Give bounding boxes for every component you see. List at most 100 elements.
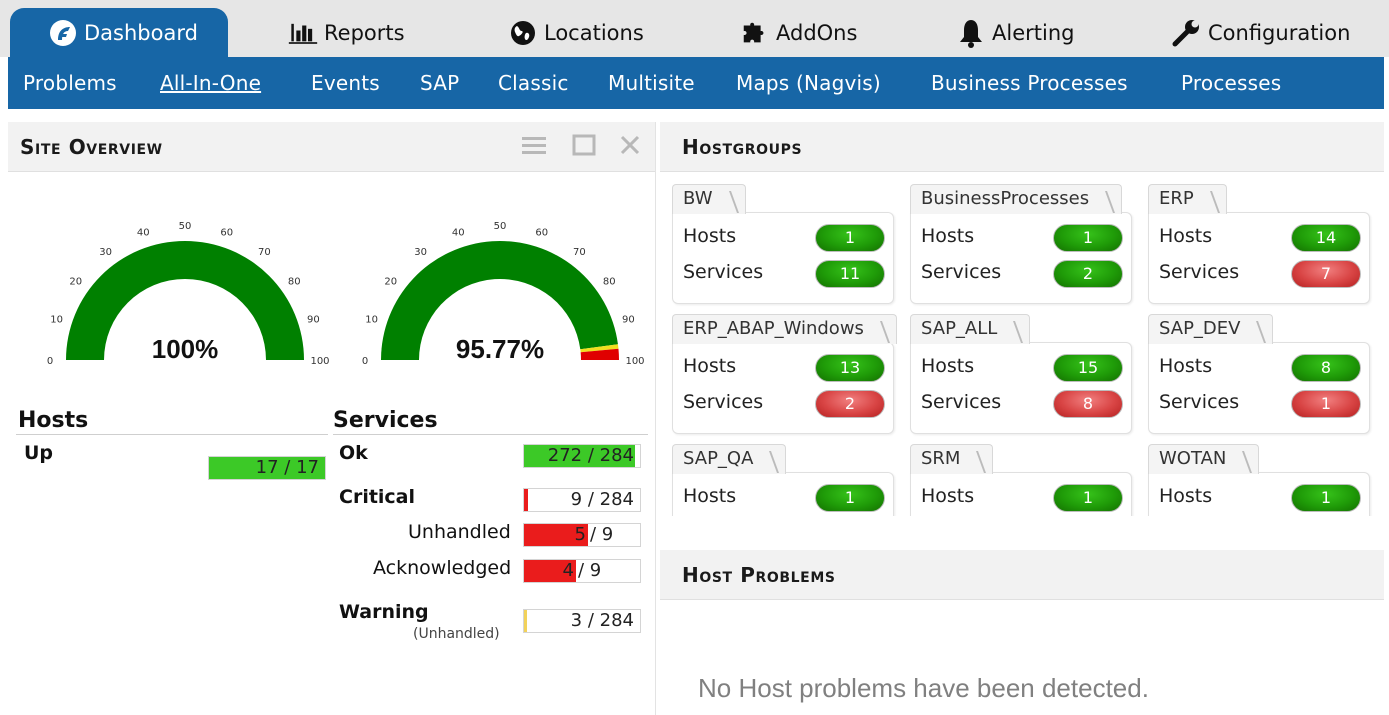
hosts-row-label: Hosts <box>683 225 737 247</box>
services-critical-bar[interactable]: 9 / 284 <box>523 488 641 512</box>
hostgroup-card[interactable]: Hosts 15 Services 8 SAP_ALL <box>910 314 1132 434</box>
services-warning-sublabel: (Unhandled) <box>413 626 500 642</box>
gauge-tick-label: 60 <box>535 228 548 239</box>
hosts-count-badge[interactable]: 1 <box>815 484 885 512</box>
subnav-business-processes[interactable]: Business Processes <box>931 71 1128 95</box>
services-unhandled-bar[interactable]: 5 / 9 <box>523 523 641 547</box>
hosts-row-label: Hosts <box>921 225 975 247</box>
tab-label: Reports <box>324 20 405 45</box>
services-acknowledged-label: Acknowledged <box>373 557 512 579</box>
hosts-row-label: Hosts <box>683 355 737 377</box>
services-ok-bar[interactable]: 272 / 284 <box>523 444 641 468</box>
services-count-badge[interactable]: 8 <box>1053 390 1123 418</box>
tab-configuration[interactable]: Configuration <box>1172 8 1350 57</box>
menu-icon[interactable] <box>520 134 548 160</box>
acknowledged-count: 4 <box>562 560 574 581</box>
gauge-tick-label: 50 <box>179 221 192 232</box>
bar-fill <box>524 489 528 511</box>
hosts-up-bar[interactable]: 17 / 17 <box>208 456 326 480</box>
hostgroup-name-tab[interactable]: SRM <box>910 444 994 474</box>
gauge-tick-label: 0 <box>47 356 53 367</box>
hostgroup-name-tab[interactable]: ERP <box>1148 184 1227 214</box>
services-count-badge[interactable]: 1 <box>1291 390 1361 418</box>
hostgroup-card[interactable]: Hosts 13 Services 2 ERP_ABAP_Windows <box>672 314 897 434</box>
hostgroup-card[interactable]: Hosts 1 WOTAN <box>1148 444 1370 516</box>
gauge-tick-label: 20 <box>69 277 82 288</box>
tab-reports[interactable]: Reports <box>288 8 405 57</box>
subnav-all-in-one[interactable]: All-In-One <box>160 71 261 95</box>
gauge-tick-label: 100 <box>310 356 329 367</box>
hostgroup-card[interactable]: Hosts 14 Services 7 ERP <box>1148 184 1370 304</box>
maximize-icon[interactable] <box>570 134 598 160</box>
bar-chart-icon <box>288 18 318 48</box>
gauge-tick-label: 40 <box>452 228 465 239</box>
hostgroup-name-tab[interactable]: WOTAN <box>1148 444 1260 474</box>
hostgroup-name-tab[interactable]: BW <box>672 184 746 214</box>
hosts-row-label: Hosts <box>921 485 975 507</box>
hosts-count-badge[interactable]: 13 <box>815 354 885 382</box>
subnav-problems[interactable]: Problems <box>23 71 117 95</box>
services-warning-label: Warning <box>339 601 429 623</box>
subnav-processes[interactable]: Processes <box>1181 71 1281 95</box>
hosts-count-badge[interactable]: 8 <box>1291 354 1361 382</box>
tab-locations[interactable]: Locations <box>508 8 644 57</box>
services-warning-bar[interactable]: 3 / 284 <box>523 609 641 633</box>
services-row-label: Services <box>1159 391 1240 413</box>
site-overview-panel: Site Overview 0 10 20 30 40 50 60 70 80 90 100 100%… <box>8 122 656 715</box>
services-count-badge[interactable]: 2 <box>1053 260 1123 288</box>
hosts-count-badge[interactable]: 1 <box>1291 484 1361 512</box>
hostgroup-name-tab[interactable]: SAP_ALL <box>910 314 1031 344</box>
hosts-row-label: Hosts <box>921 355 975 377</box>
services-row-label: Services <box>921 261 1002 283</box>
hostgroup-card[interactable]: Hosts 1 SRM <box>910 444 1132 516</box>
hostgroups-grid[interactable]: Hosts 1 Services 11 BW Hosts 1 Services 2 Busines… <box>660 174 1384 516</box>
gauge-tick-label: 0 <box>362 356 368 367</box>
hostgroup-name-tab[interactable]: SAP_DEV <box>1148 314 1274 344</box>
services-count-badge[interactable]: 2 <box>815 390 885 418</box>
subnav-multisite[interactable]: Multisite <box>608 71 695 95</box>
hosts-count-badge[interactable]: 15 <box>1053 354 1123 382</box>
gauge-tick-label: 10 <box>50 314 63 325</box>
divider <box>16 434 328 435</box>
hostgroup-name-tab[interactable]: ERP_ABAP_Windows <box>672 314 897 344</box>
services-count-badge[interactable]: 7 <box>1291 260 1361 288</box>
dashboard-logo-icon <box>48 18 78 48</box>
subnav-classic[interactable]: Classic <box>498 71 569 95</box>
hosts-row-label: Hosts <box>1159 225 1213 247</box>
services-critical-label: Critical <box>339 486 416 508</box>
subnav-maps-nagvis[interactable]: Maps (Nagvis) <box>736 71 881 95</box>
tab-alerting[interactable]: Alerting <box>956 8 1074 57</box>
close-icon[interactable] <box>616 134 644 160</box>
tab-label: Locations <box>544 20 644 45</box>
services-acknowledged-bar[interactable]: 4 / 9 <box>523 559 641 583</box>
services-count-badge[interactable]: 11 <box>815 260 885 288</box>
services-warning-value: 3 / 284 <box>570 610 634 631</box>
hosts-count-badge[interactable]: 1 <box>1053 484 1123 512</box>
hostgroup-card[interactable]: Hosts 1 Services 11 BW <box>672 184 894 304</box>
hostgroup-name-tab[interactable]: SAP_QA <box>672 444 787 474</box>
bell-icon <box>956 18 986 48</box>
subnav-events[interactable]: Events <box>311 71 380 95</box>
hosts-count-badge[interactable]: 1 <box>1053 224 1123 252</box>
subnav-sap[interactable]: SAP <box>420 71 459 95</box>
panel-title: Site Overview <box>20 135 163 159</box>
hostgroup-card-body: Hosts 1 Services 11 <box>672 212 894 304</box>
hosts-count-badge[interactable]: 1 <box>815 224 885 252</box>
gauge-value-label: 95.77% <box>456 334 544 364</box>
gauge-tick-label: 80 <box>603 277 616 288</box>
hostgroup-card[interactable]: Hosts 8 Services 1 SAP_DEV <box>1148 314 1370 434</box>
tab-dashboard[interactable]: Dashboard <box>10 8 228 57</box>
hostgroup-card[interactable]: Hosts 1 Services 2 BusinessProcesses <box>910 184 1132 304</box>
gauge-tick-label: 70 <box>573 247 586 258</box>
panel-header: Host Problems <box>660 550 1384 600</box>
hostgroup-name-tab[interactable]: BusinessProcesses <box>910 184 1123 214</box>
hosts-row-label: Hosts <box>683 485 737 507</box>
hosts-count-badge[interactable]: 14 <box>1291 224 1361 252</box>
unhandled-total: / 9 <box>590 524 614 545</box>
services-row-label: Services <box>1159 261 1240 283</box>
services-row-label: Services <box>683 261 764 283</box>
tab-label: Dashboard <box>84 20 198 45</box>
services-critical-value: 9 / 284 <box>570 489 634 510</box>
tab-addons[interactable]: AddOns <box>740 8 857 57</box>
hostgroup-card[interactable]: Hosts 1 SAP_QA <box>672 444 894 516</box>
